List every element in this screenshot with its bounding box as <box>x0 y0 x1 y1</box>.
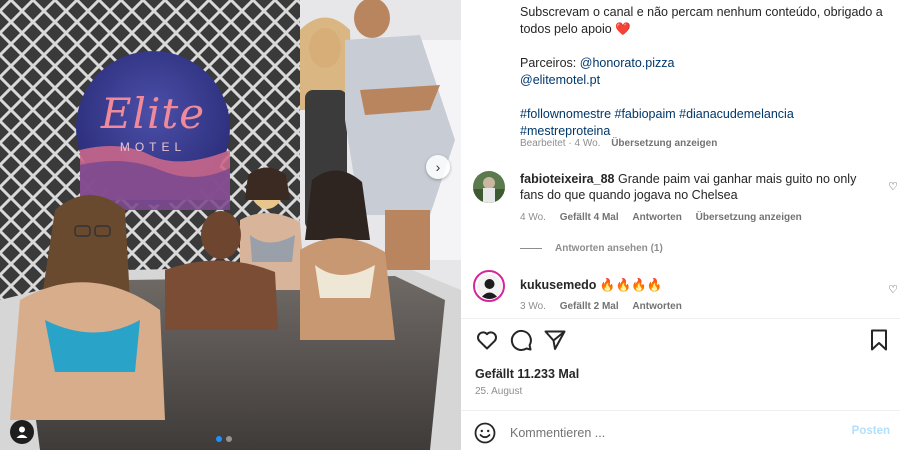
smiley-icon <box>474 422 496 444</box>
save-button[interactable] <box>867 328 891 352</box>
hashtags-line-1[interactable]: #follownomestre #fabiopaim #dianacudemel… <box>520 106 888 123</box>
tags-button[interactable] <box>10 420 34 444</box>
partner-link-honorato[interactable]: @honorato.pizza <box>580 56 675 70</box>
caption-text: Subscrevam o canal e não percam nenhum c… <box>520 4 888 38</box>
see-translation-button[interactable]: Übersetzung anzeigen <box>611 138 717 149</box>
like-comment-button[interactable]: ♡ <box>888 180 898 193</box>
sign-brand: Elite <box>100 88 206 138</box>
photo-scene <box>0 0 461 450</box>
post-caption: Subscrevam o canal e não percam nenhum c… <box>520 4 888 140</box>
emoji-button[interactable] <box>474 422 496 444</box>
comment-likes[interactable]: Gefällt 2 Mal <box>560 301 619 312</box>
like-button[interactable] <box>475 328 499 352</box>
sign-logo: Elite MOTEL <box>76 51 230 205</box>
bookmark-icon <box>871 329 887 351</box>
comment-meta: 4 Wo. Gefällt 4 Mal Antworten Übersetzun… <box>520 212 813 223</box>
divider <box>461 318 900 319</box>
comment-text: kukusemedo 🔥🔥🔥🔥 <box>520 277 865 293</box>
heart-outline-icon <box>477 331 497 350</box>
chevron-right-icon: › <box>435 159 441 175</box>
next-image-button[interactable]: › <box>426 155 450 179</box>
heart-outline-icon: ♡ <box>888 284 898 296</box>
avatar[interactable] <box>473 171 505 203</box>
sign-subtitle: MOTEL <box>119 139 187 154</box>
user-tag-icon <box>16 426 28 438</box>
comment-text: fabioteixeira_88 Grande paim vai ganhar … <box>520 171 865 203</box>
comment-body: 🔥🔥🔥🔥 <box>599 278 663 292</box>
reply-button[interactable]: Antworten <box>632 301 681 312</box>
comment-meta: 3 Wo. Gefällt 2 Mal Antworten <box>520 301 693 312</box>
comment-item: fabioteixeira_88 Grande paim vai ganhar … <box>473 171 898 231</box>
comment-age: 4 Wo. <box>520 212 546 223</box>
replies-line <box>520 248 542 249</box>
edited-label: Bearbeitet <box>520 138 566 149</box>
partner-link-elitemotel[interactable]: @elitemotel.pt <box>520 73 600 87</box>
view-replies-button[interactable]: Antworten ansehen (1) <box>520 243 663 254</box>
heart-outline-icon: ♡ <box>888 181 898 193</box>
carousel-dot-active <box>216 436 222 442</box>
caption-line: Subscrevam o canal e não percam nenhum c… <box>520 5 883 36</box>
paper-plane-icon <box>544 330 566 350</box>
post-date[interactable]: 25. August <box>475 386 522 397</box>
partners-label: Parceiros: <box>520 56 577 70</box>
carousel-dot <box>226 436 232 442</box>
like-comment-button[interactable]: ♡ <box>888 283 898 296</box>
comment-username[interactable]: fabioteixeira_88 <box>520 172 615 186</box>
carousel-dots <box>216 436 232 442</box>
comment-button[interactable] <box>509 328 533 352</box>
share-button[interactable] <box>543 328 567 352</box>
caption-age: 4 Wo. <box>574 138 601 149</box>
post-actions <box>473 328 893 354</box>
avatar-image <box>473 171 505 203</box>
avatar-image <box>476 273 502 299</box>
reply-button[interactable]: Antworten <box>632 212 681 223</box>
red-heart-emoji: ❤️ <box>615 22 631 36</box>
view-replies-label: Antworten ansehen (1) <box>555 243 663 254</box>
comment-username[interactable]: kukusemedo <box>520 278 596 292</box>
speech-bubble-icon <box>510 329 532 351</box>
comment-input[interactable] <box>510 422 840 444</box>
comment-composer: Posten <box>461 414 900 450</box>
caption-meta: Bearbeitet · 4 Wo. Übersetzung anzeigen <box>520 138 718 149</box>
comment-age: 3 Wo. <box>520 301 546 312</box>
avatar[interactable] <box>473 270 505 302</box>
divider <box>461 410 900 411</box>
partners-line: Parceiros: @honorato.pizza <box>520 55 888 72</box>
comment-item: kukusemedo 🔥🔥🔥🔥 ♡ 3 Wo. Gefällt 2 Mal An… <box>473 270 898 320</box>
likes-count[interactable]: Gefällt 11.233 Mal <box>475 367 579 381</box>
comment-likes[interactable]: Gefällt 4 Mal <box>560 212 619 223</box>
see-translation-button[interactable]: Übersetzung anzeigen <box>696 212 802 223</box>
post-panel: Subscrevam o canal e não percam nenhum c… <box>461 0 900 450</box>
post-photo[interactable]: Elite MOTEL › <box>0 0 461 450</box>
post-comment-button[interactable]: Posten <box>852 425 890 437</box>
